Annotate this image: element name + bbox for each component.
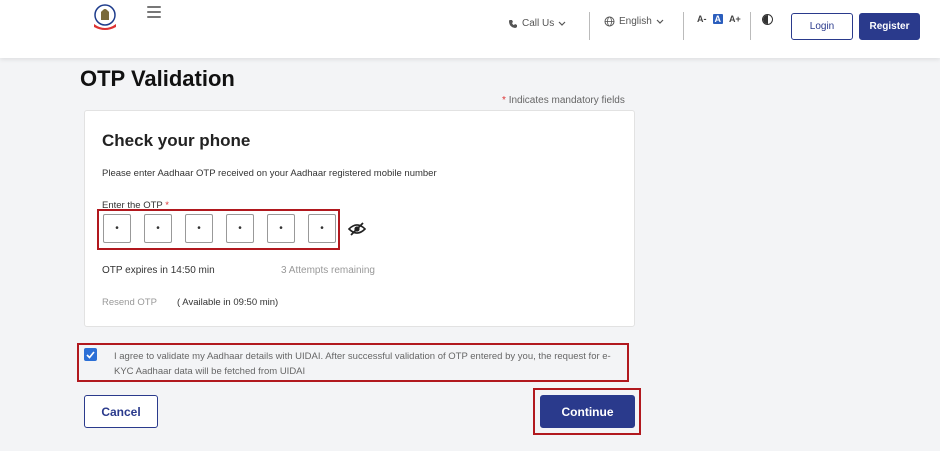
- national-emblem-icon[interactable]: [88, 2, 122, 32]
- page-title: OTP Validation: [80, 66, 235, 91]
- otp-digit-2[interactable]: •: [144, 214, 172, 243]
- language-dropdown[interactable]: English: [604, 16, 664, 27]
- globe-icon: [604, 16, 615, 27]
- otp-digit-4[interactable]: •: [226, 214, 254, 243]
- font-size-controls: A- A A+: [697, 14, 741, 24]
- otp-expiry-text: OTP expires in 14:50 min: [102, 265, 215, 276]
- login-button[interactable]: Login: [791, 13, 853, 40]
- mandatory-note: * Indicates mandatory fields: [502, 95, 625, 106]
- continue-button[interactable]: Continue: [540, 395, 635, 428]
- card-description: Please enter Aadhaar OTP received on you…: [102, 168, 437, 179]
- chevron-down-icon: [558, 21, 566, 26]
- resend-otp-link[interactable]: Resend OTP: [102, 297, 157, 308]
- consent-text: I agree to validate my Aadhaar details w…: [114, 351, 611, 377]
- card-title: Check your phone: [102, 131, 251, 150]
- language-label: English: [619, 16, 652, 27]
- contrast-toggle-icon[interactable]: [762, 14, 773, 25]
- otp-input-group: • • • • • •: [103, 214, 336, 243]
- divider: [589, 12, 590, 40]
- top-header: Call Us English A- A A+ Login Register: [0, 0, 940, 58]
- otp-digit-1[interactable]: •: [103, 214, 131, 243]
- call-us-label: Call Us: [522, 18, 555, 29]
- call-us-dropdown[interactable]: Call Us: [508, 18, 566, 29]
- font-normal-button[interactable]: A: [712, 14, 723, 24]
- divider: [750, 12, 751, 40]
- register-button[interactable]: Register: [859, 13, 920, 40]
- font-increase-button[interactable]: A+: [729, 14, 741, 24]
- cancel-button[interactable]: Cancel: [84, 395, 158, 428]
- attempts-remaining-text: 3 Attempts remaining: [281, 265, 375, 276]
- phone-icon: [509, 19, 517, 28]
- otp-digit-5[interactable]: •: [267, 214, 295, 243]
- chevron-down-icon: [656, 19, 664, 24]
- otp-digit-3[interactable]: •: [185, 214, 213, 243]
- menu-icon[interactable]: [147, 6, 161, 18]
- font-decrease-button[interactable]: A-: [697, 14, 707, 24]
- divider: [683, 12, 684, 40]
- resend-availability-text: ( Available in 09:50 min): [177, 297, 279, 308]
- otp-digit-6[interactable]: •: [308, 214, 336, 243]
- eye-slash-icon[interactable]: [348, 221, 366, 237]
- consent-checkbox[interactable]: [84, 348, 97, 361]
- checkmark-icon: [86, 350, 95, 359]
